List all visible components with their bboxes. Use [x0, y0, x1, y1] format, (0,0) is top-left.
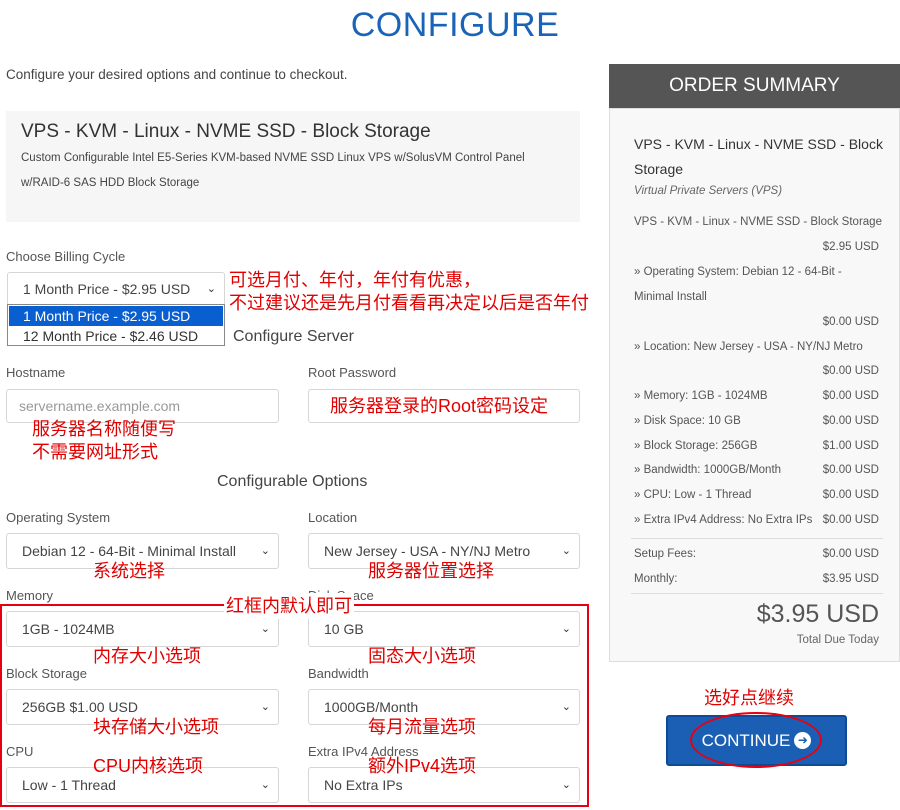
summary-item-label: » Location: New Jersey - USA - NY/NJ Met… [634, 341, 863, 353]
monthly-label: Monthly: [634, 573, 678, 585]
os-label: Operating System [6, 510, 111, 525]
annotation-location: 服务器位置选择 [368, 561, 494, 581]
hostname-placeholder: servername.example.com [19, 398, 181, 414]
monthly-price: $3.95 USD [822, 573, 879, 585]
summary-item-price: $0.00 USD [822, 514, 879, 526]
page-title: CONFIGURE [350, 6, 560, 44]
configurable-options-heading: Configurable Options [217, 473, 368, 490]
billing-cycle-dropdown: 1 Month Price - $2.95 USD 12 Month Price… [7, 304, 225, 346]
summary-item-price: $0.00 USD [822, 415, 879, 427]
annotation-defaults: 红框内默认即可 [224, 593, 354, 619]
configure-server-heading: Configure Server [233, 328, 354, 345]
annotation-block-storage: 块存储大小选项 [93, 717, 219, 737]
root-password-label: Root Password [308, 365, 397, 380]
annotation-disk: 固态大小选项 [368, 646, 476, 666]
billing-cycle-label: Choose Billing Cycle [6, 249, 126, 264]
billing-option-monthly[interactable]: 1 Month Price - $2.95 USD [9, 306, 223, 326]
summary-item-price: $1.00 USD [822, 440, 879, 452]
total-due-label: Total Due Today [796, 634, 879, 646]
location-value: New Jersey - USA - NY/NJ Metro [324, 543, 531, 559]
os-value: Debian 12 - 64-Bit - Minimal Install [22, 543, 236, 559]
annotation-memory: 内存大小选项 [93, 646, 201, 666]
summary-item-price: $0.00 USD [822, 316, 879, 328]
chevron-down-icon: ⌄ [260, 545, 270, 557]
summary-item-label: » CPU: Low - 1 Thread [634, 489, 752, 501]
billing-option-annual[interactable]: 12 Month Price - $2.46 USD [9, 326, 223, 346]
summary-item-label: » Memory: 1GB - 1024MB [634, 390, 768, 402]
summary-item-price: $0.00 USD [822, 489, 879, 501]
location-label: Location [308, 510, 358, 525]
summary-item-label: » Operating System: Debian 12 - 64-Bit - [634, 266, 842, 278]
page-intro: Configure your desired options and conti… [6, 67, 348, 82]
memory-label: Memory [6, 588, 53, 603]
product-desc-line1: Custom Configurable Intel E5-Series KVM-… [21, 152, 525, 164]
summary-base-item: VPS - KVM - Linux - NVME SSD - Block Sto… [634, 216, 882, 228]
summary-product-name: VPS - KVM - Linux - NVME SSD - Block Sto… [634, 136, 883, 177]
summary-divider [631, 538, 883, 539]
annotation-bandwidth: 每月流量选项 [368, 717, 476, 737]
summary-item-price: $0.00 USD [822, 365, 879, 377]
hostname-label: Hostname [6, 365, 66, 380]
summary-item-price: $0.00 USD [822, 390, 879, 402]
summary-item-label: » Block Storage: 256GB [634, 440, 758, 452]
annotation-continue: 选好点继续 [704, 688, 794, 708]
summary-item-label: » Bandwidth: 1000GB/Month [634, 464, 782, 476]
billing-cycle-select[interactable]: 1 Month Price - $2.95 USD ⌄ [7, 272, 225, 306]
product-description: Custom Configurable Intel E5-Series KVM-… [21, 146, 561, 196]
chevron-down-icon: ⌄ [206, 283, 216, 295]
summary-item-price: $0.00 USD [822, 464, 879, 476]
total-due-amount: $3.95 USD [756, 600, 879, 628]
summary-product-group: Virtual Private Servers (VPS) [634, 185, 783, 197]
setup-fees-price: $0.00 USD [822, 548, 879, 560]
summary-item-label: » Extra IPv4 Address: No Extra IPs [634, 514, 813, 526]
summary-divider [631, 593, 883, 594]
product-name: VPS - KVM - Linux - NVME SSD - Block Sto… [21, 121, 431, 142]
order-summary-header: ORDER SUMMARY [609, 64, 900, 108]
continue-highlight-oval [690, 712, 822, 768]
billing-cycle-value: 1 Month Price - $2.95 USD [23, 281, 191, 297]
annotation-os: 系统选择 [93, 561, 165, 581]
summary-item-label-cont: Minimal Install [634, 291, 707, 303]
summary-item-label: » Disk Space: 10 GB [634, 415, 741, 427]
setup-fees-label: Setup Fees: [634, 548, 697, 560]
product-desc-line2: w/RAID-6 SAS HDD Block Storage [21, 177, 200, 189]
annotation-billing-2: 不过建议还是先月付看看再决定以后是否年付 [229, 293, 589, 313]
defaults-highlight-box [0, 604, 589, 807]
annotation-ipv4: 额外IPv4选项 [368, 756, 477, 776]
summary-base-price: $2.95 USD [822, 241, 879, 253]
annotation-hostname-2: 不需要网址形式 [32, 442, 158, 462]
chevron-down-icon: ⌄ [561, 545, 571, 557]
annotation-root-password: 服务器登录的Root密码设定 [330, 396, 549, 416]
annotation-cpu: CPU内核选项 [93, 756, 204, 776]
